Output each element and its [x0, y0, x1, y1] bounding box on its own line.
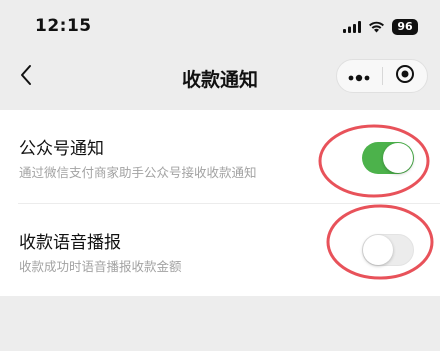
status-time: 12:15: [35, 16, 92, 36]
top-bar: 12:15 96 收款通知: [0, 0, 440, 102]
mini-program-capsule: [336, 59, 428, 93]
navigation-bar: 收款通知: [0, 52, 440, 102]
toggle-knob: [383, 143, 413, 173]
setting-description: 通过微信支付商家助手公众号接收收款通知: [19, 165, 257, 180]
setting-title: 收款语音播报: [19, 233, 121, 253]
close-button[interactable]: [383, 60, 428, 92]
status-icons: 96: [343, 18, 418, 36]
setting-title: 公众号通知: [19, 139, 104, 159]
signal-bars-icon: [343, 18, 361, 37]
settings-card: 公众号通知 通过微信支付商家助手公众号接收收款通知 收款语音播报 收款成功时语音…: [0, 110, 440, 296]
wifi-icon: [368, 18, 385, 37]
more-button[interactable]: [337, 60, 382, 92]
voice-broadcast-toggle[interactable]: [362, 234, 414, 266]
status-bar: 12:15 96: [0, 0, 440, 52]
more-dots-icon: [348, 67, 370, 86]
setting-description: 收款成功时语音播报收款金额: [19, 259, 182, 274]
setting-row-official-account: 公众号通知 通过微信支付商家助手公众号接收收款通知: [0, 110, 440, 202]
battery-indicator: 96: [392, 19, 418, 35]
target-circle-icon: [395, 64, 415, 88]
official-account-toggle[interactable]: [362, 142, 414, 174]
toggle-knob: [363, 235, 393, 265]
